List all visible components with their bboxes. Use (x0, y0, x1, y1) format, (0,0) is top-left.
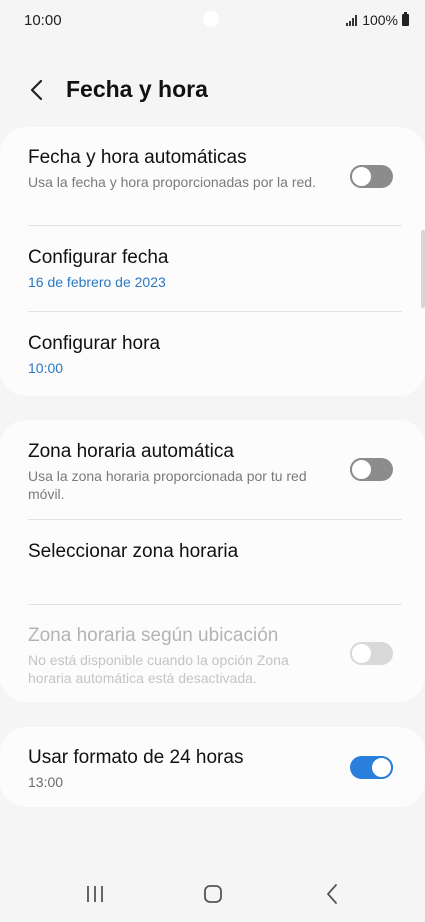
battery-percent: 100% (362, 12, 398, 28)
set-date-value: 16 de febrero de 2023 (28, 274, 166, 290)
format-24h-title: Usar formato de 24 horas (28, 747, 244, 768)
toggle-knob (350, 165, 373, 188)
battery-icon (402, 12, 409, 26)
set-time-row[interactable]: Configurar hora 10:00 (0, 312, 425, 396)
format-24h-row[interactable]: Usar formato de 24 horas 13:00 (0, 727, 425, 807)
datetime-card: Fecha y hora automáticas Usa la fecha y … (0, 127, 425, 396)
format-24h-toggle[interactable] (350, 756, 393, 779)
select-timezone-title: Seleccionar zona horaria (28, 541, 239, 562)
scrollbar[interactable] (421, 230, 425, 308)
toggle-knob (350, 458, 373, 481)
set-time-title: Configurar hora (28, 333, 161, 354)
status-bar: 10:00 100% (0, 0, 425, 40)
auto-datetime-subtitle: Usa la fecha y hora proporcionadas por l… (28, 174, 316, 190)
set-date-title: Configurar fecha (28, 247, 169, 268)
toggle-knob (350, 642, 373, 665)
auto-timezone-title: Zona horaria automática (28, 441, 234, 462)
auto-datetime-title: Fecha y hora automáticas (28, 147, 247, 168)
timezone-card: Zona horaria automática Usa la zona hora… (0, 420, 425, 702)
location-timezone-toggle (350, 642, 393, 665)
home-icon[interactable] (201, 882, 225, 906)
auto-datetime-toggle[interactable] (350, 165, 393, 188)
location-timezone-title: Zona horaria según ubicación (28, 625, 279, 646)
screen: 10:00 100% Fecha y hora Fecha y hora aut… (0, 0, 425, 922)
auto-timezone-subtitle: Usa la zona horaria proporcionada por tu… (28, 468, 307, 502)
location-timezone-row: Zona horaria según ubicación No está dis… (0, 605, 425, 702)
format-card: Usar formato de 24 horas 13:00 (0, 727, 425, 807)
format-24h-subtitle: 13:00 (28, 774, 64, 790)
status-icons: 100% (346, 12, 409, 28)
set-time-value: 10:00 (28, 360, 64, 376)
recents-icon[interactable] (83, 882, 107, 906)
status-time: 10:00 (24, 12, 62, 29)
toggle-knob (370, 756, 393, 779)
chevron-left-icon[interactable] (24, 76, 52, 104)
camera-cutout (203, 11, 219, 27)
app-bar: Fecha y hora (0, 70, 425, 110)
page-title: Fecha y hora (66, 76, 208, 102)
location-timezone-subtitle: No está disponible cuando la opción Zona… (28, 652, 289, 686)
set-date-row[interactable]: Configurar fecha 16 de febrero de 2023 (0, 226, 425, 310)
auto-timezone-row[interactable]: Zona horaria automática Usa la zona hora… (0, 420, 425, 518)
back-nav-icon[interactable] (321, 882, 345, 906)
auto-datetime-row[interactable]: Fecha y hora automáticas Usa la fecha y … (0, 127, 425, 225)
auto-timezone-toggle[interactable] (350, 458, 393, 481)
navigation-bar (0, 870, 425, 918)
select-timezone-row[interactable]: Seleccionar zona horaria (0, 520, 425, 604)
signal-icon (346, 14, 358, 26)
